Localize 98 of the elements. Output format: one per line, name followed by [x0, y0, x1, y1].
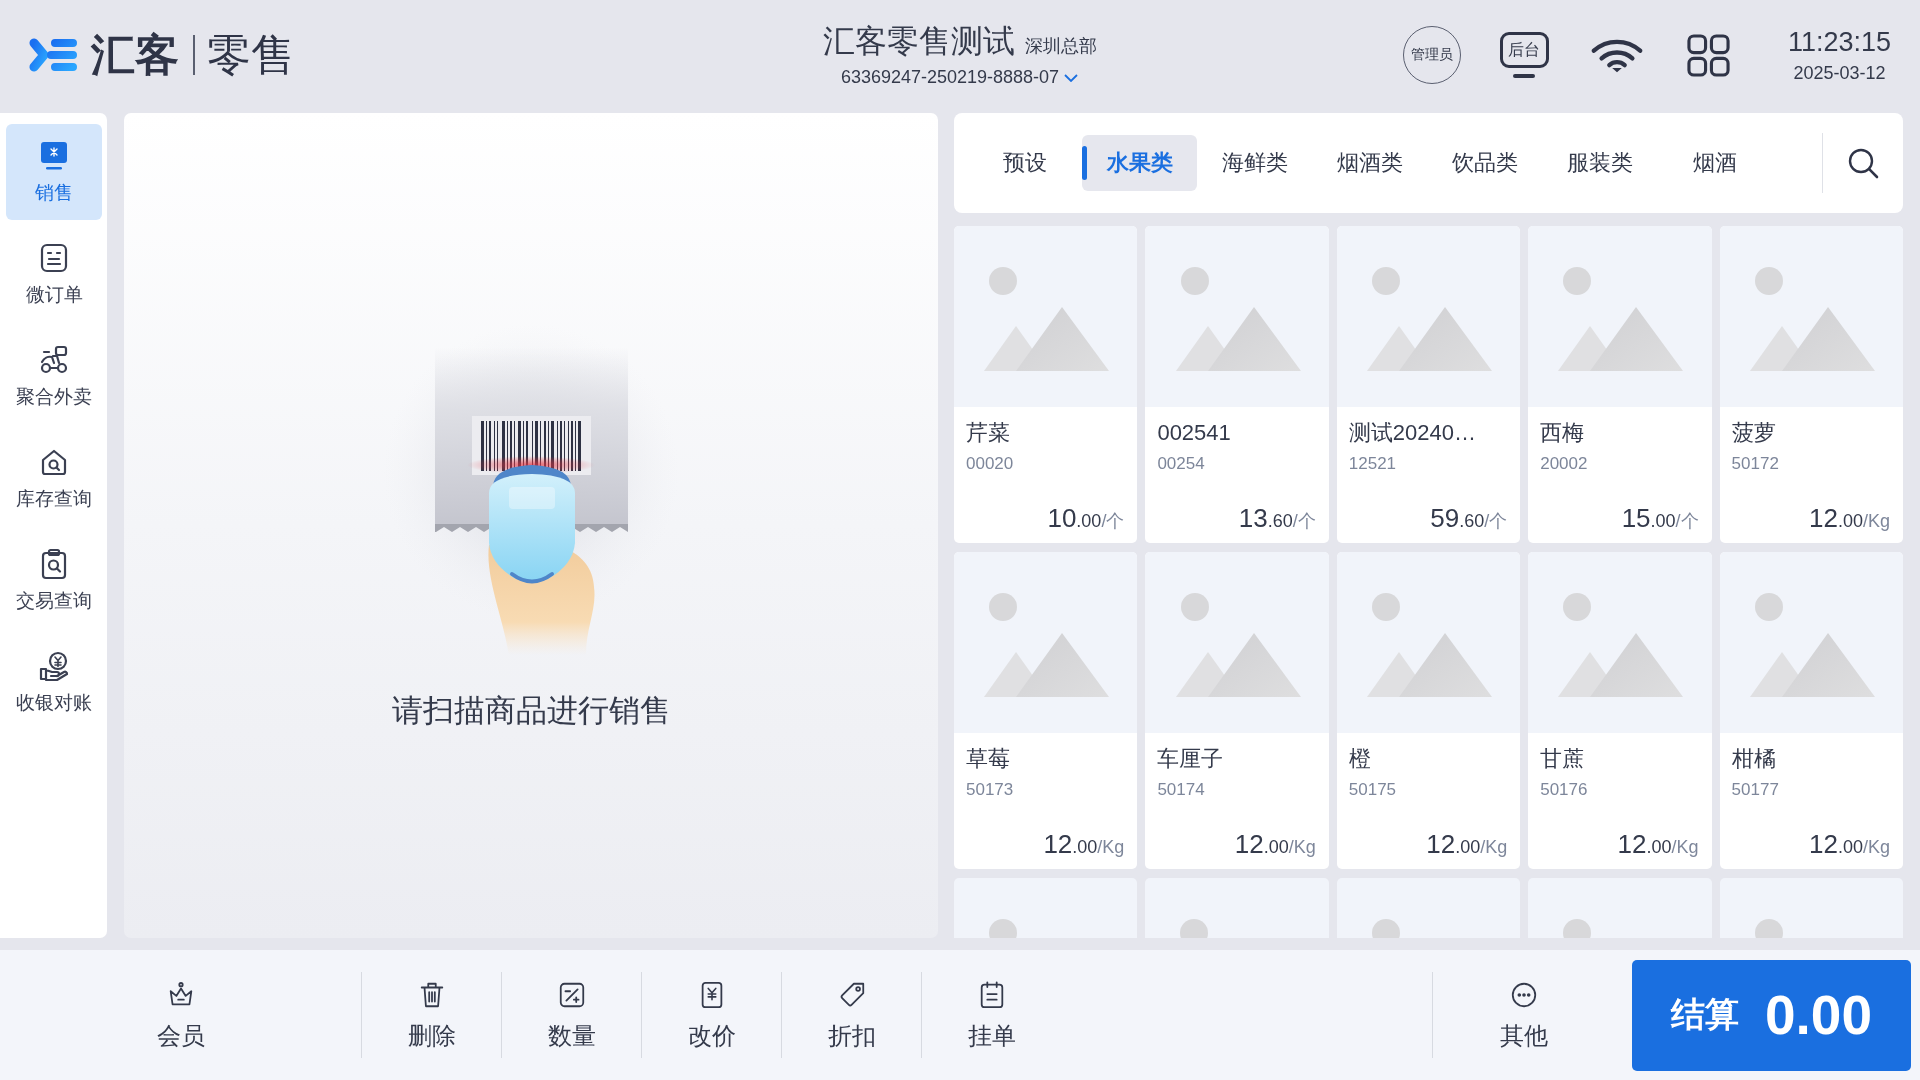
product-code: 12521: [1348, 453, 1397, 474]
category-tab[interactable]: 饮品类: [1427, 135, 1542, 191]
image-icon: [1749, 266, 1875, 371]
image-icon: [1558, 592, 1684, 697]
image-icon: [1175, 266, 1301, 371]
clock-time: 11:23:15: [1787, 28, 1891, 56]
action-button[interactable]: 折扣: [781, 972, 921, 1058]
product-price: 12.00/Kg: [1809, 504, 1890, 533]
product-price: 59.60/个: [1430, 504, 1508, 533]
image-icon: [1175, 592, 1301, 697]
product-name: 柑橘: [1731, 745, 1776, 773]
product-card[interactable]: 002541 00254 13.60/个: [1145, 226, 1329, 543]
image-icon: [1558, 266, 1684, 371]
action-button[interactable]: 其他: [1432, 972, 1615, 1058]
sidebar-item[interactable]: 微订单: [6, 226, 102, 322]
checkout-button[interactable]: 结算 0.00: [1632, 959, 1911, 1071]
product-price: 13.60/个: [1238, 504, 1316, 533]
product-code: 50175: [1348, 779, 1397, 800]
product-name: 002541: [1157, 419, 1231, 447]
logo-subtitle: 零售: [207, 33, 295, 77]
category-tab[interactable]: 海鲜类: [1197, 135, 1312, 191]
product-price: 12.00/Kg: [1234, 830, 1316, 859]
product-card[interactable]: [954, 878, 1138, 938]
brand-name: 汇客: [91, 33, 179, 77]
product-price: 12.00/Kg: [1043, 830, 1125, 859]
image-placeholder-icon: [1371, 919, 1400, 938]
category-tab[interactable]: 烟酒: [1657, 135, 1772, 191]
action-button[interactable]: 数量: [501, 972, 641, 1058]
branch-name: 深圳总部: [1024, 34, 1097, 58]
image-placeholder-icon: [1180, 919, 1209, 938]
product-name: 车厘子: [1157, 745, 1224, 773]
action-button[interactable]: 改价: [641, 972, 781, 1058]
terminal-selector[interactable]: 63369247-250219-8888-07: [840, 66, 1079, 89]
grid-icon[interactable]: [1686, 33, 1730, 77]
product-code: 50174: [1157, 779, 1205, 800]
product-code: 50172: [1731, 453, 1779, 474]
sidebar-item[interactable]: 交易查询: [6, 532, 102, 628]
product-card[interactable]: [1145, 878, 1329, 938]
product-price: 12.00/Kg: [1426, 830, 1508, 859]
product-card[interactable]: 柑橘 50177 12.00/Kg: [1719, 552, 1903, 869]
product-code: 50177: [1731, 779, 1779, 800]
action-button[interactable]: 删除: [361, 972, 501, 1058]
product-price: 12.00/Kg: [1617, 830, 1699, 859]
scan-prompt: 请扫描商品进行销售: [391, 692, 671, 729]
product-name: 草莓: [966, 745, 1010, 773]
action-button[interactable]: 会员: [0, 972, 361, 1058]
sidebar-item[interactable]: 聚合外卖: [6, 328, 102, 424]
product-card[interactable]: [1528, 878, 1712, 938]
category-tab[interactable]: 水果类: [1082, 135, 1197, 191]
product-card[interactable]: 测试20240… 12521 59.60/个: [1336, 226, 1521, 543]
image-icon: [984, 592, 1110, 697]
image-icon: [984, 266, 1110, 371]
image-placeholder-icon: [1754, 919, 1783, 938]
note-icon: [38, 241, 70, 274]
product-card[interactable]: 西梅 20002 15.00/个: [1528, 226, 1712, 543]
image-icon: [1367, 266, 1492, 371]
product-name: 橙: [1348, 745, 1371, 773]
sidebar-item[interactable]: 库存查询: [6, 430, 102, 526]
product-name: 菠萝: [1731, 419, 1776, 447]
image-icon: [1367, 592, 1492, 697]
search-icon: [1847, 147, 1879, 179]
category-tab[interactable]: 预设: [967, 135, 1082, 191]
sidebar-item[interactable]: 销售: [6, 124, 102, 220]
store-name: 汇客零售测试: [822, 23, 1015, 59]
product-code: 00020: [966, 453, 1014, 474]
product-card[interactable]: [1336, 878, 1521, 938]
product-name: 测试20240…: [1348, 419, 1476, 447]
product-name: 芹菜: [966, 419, 1010, 447]
product-card[interactable]: 菠萝 50172 12.00/Kg: [1719, 226, 1903, 543]
product-card[interactable]: 草莓 50173 12.00/Kg: [954, 552, 1138, 869]
product-code: 20002: [1540, 453, 1588, 474]
product-card[interactable]: 甘蔗 50176 12.00/Kg: [1528, 552, 1712, 869]
product-price: 12.00/Kg: [1809, 830, 1890, 859]
product-code: 50173: [966, 779, 1014, 800]
scooter-icon: [38, 343, 70, 376]
product-name: 甘蔗: [1540, 745, 1585, 773]
clock-date: 2025-03-12: [1793, 63, 1886, 82]
sidebar-item[interactable]: 收银对账: [6, 634, 102, 730]
product-price: 10.00/个: [1047, 504, 1125, 533]
chevron-down-icon: [1064, 73, 1079, 82]
product-card[interactable]: [1719, 878, 1903, 938]
product-code: 50176: [1540, 779, 1588, 800]
image-placeholder-icon: [1563, 919, 1592, 938]
product-card[interactable]: 车厘子 50174 12.00/Kg: [1145, 552, 1329, 869]
action-button[interactable]: 挂单: [921, 972, 1061, 1058]
product-card[interactable]: 橙 50175 12.00/Kg: [1336, 552, 1521, 869]
image-icon: [1749, 592, 1875, 697]
product-code: 00254: [1157, 453, 1205, 474]
image-placeholder-icon: [989, 919, 1017, 938]
product-name: 西梅: [1540, 419, 1585, 447]
logo-icon: [28, 37, 78, 73]
category-tab[interactable]: 服装类: [1542, 135, 1657, 191]
wifi-icon: [1590, 37, 1643, 73]
product-price: 15.00/个: [1621, 504, 1699, 533]
hand-coin-icon: [38, 649, 70, 682]
monitor-icon: [38, 139, 70, 172]
product-card[interactable]: 芹菜 00020 10.00/个: [954, 226, 1138, 543]
category-tab[interactable]: 烟酒类: [1312, 135, 1427, 191]
